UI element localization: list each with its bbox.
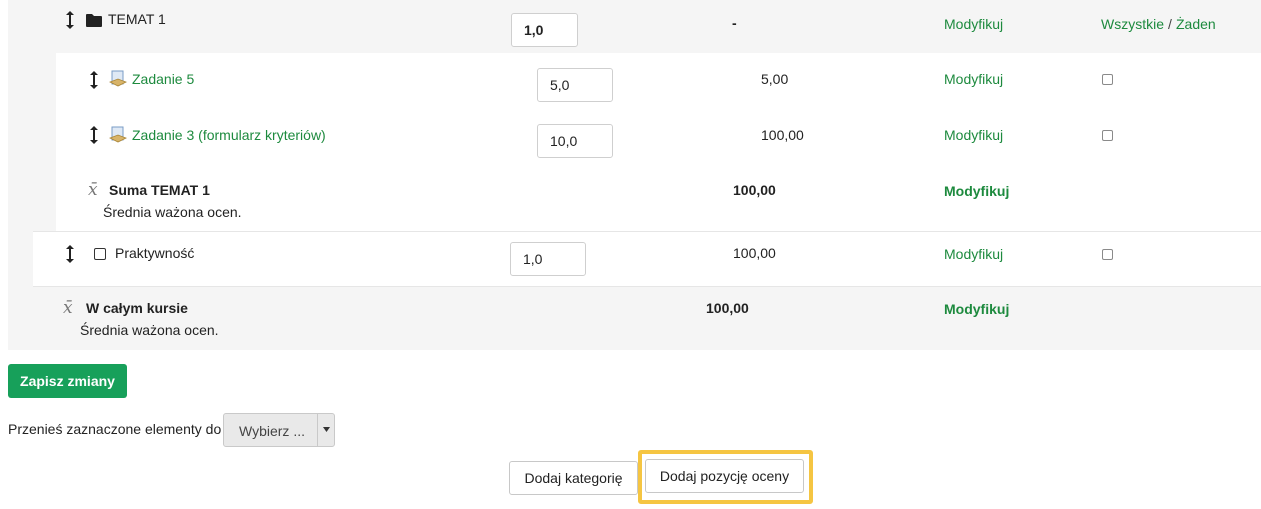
category-total-max: 100,00 [733, 182, 776, 198]
select-separator: / [1168, 16, 1172, 32]
add-grade-item-button[interactable]: Dodaj pozycję oceny [645, 459, 804, 493]
caret-down-icon [323, 427, 330, 432]
add-category-button[interactable]: Dodaj kategorię [509, 461, 638, 495]
move-select-value: Wybierz ... [239, 423, 305, 439]
max-grade-zadanie-5: 5,00 [761, 71, 789, 87]
assignment-icon [109, 126, 127, 143]
move-icon[interactable] [90, 126, 98, 144]
weight-input-category[interactable] [511, 13, 578, 47]
select-checkbox-zadanie-3[interactable] [1102, 130, 1113, 141]
category-name: TEMAT 1 [108, 11, 166, 27]
row-divider [33, 231, 1261, 232]
select-none-link[interactable]: Żaden [1176, 16, 1216, 32]
modify-link-category-total[interactable]: Modyfikuj [944, 183, 1009, 199]
move-target-select[interactable]: Wybierz ... [223, 413, 335, 447]
modify-link-zadanie-3[interactable]: Modyfikuj [944, 127, 1003, 143]
move-icon[interactable] [66, 245, 74, 263]
move-icon[interactable] [90, 71, 98, 89]
assignment-icon [109, 70, 127, 87]
modify-link-praktywnosc[interactable]: Modyfikuj [944, 246, 1003, 262]
modify-link-course-total[interactable]: Modyfikuj [944, 301, 1009, 317]
category-total: - [732, 15, 737, 31]
table-row-praktywnosc [33, 231, 1261, 286]
item-name-praktywnosc: Praktywność [115, 245, 195, 261]
course-total-desc: Średnia ważona ocen. [80, 322, 219, 338]
course-total-name: W całym kursie [86, 300, 188, 316]
manual-item-icon [94, 248, 106, 260]
modify-link-zadanie-5[interactable]: Modyfikuj [944, 71, 1003, 87]
select-checkbox-praktywnosc[interactable] [1102, 249, 1113, 260]
item-link-zadanie-3[interactable]: Zadanie 3 (formularz kryteriów) [132, 127, 326, 143]
select-divider [317, 414, 318, 446]
weight-input-praktywnosc[interactable] [510, 242, 586, 276]
select-checkbox-zadanie-5[interactable] [1102, 74, 1113, 85]
weight-input-zadanie-3[interactable] [537, 124, 613, 158]
max-grade-praktywnosc: 100,00 [733, 245, 776, 261]
weight-input-zadanie-5[interactable] [537, 68, 613, 102]
mean-icon: x̄ [63, 298, 73, 318]
item-link-zadanie-5[interactable]: Zadanie 5 [132, 71, 194, 87]
category-total-name: Suma TEMAT 1 [109, 182, 210, 198]
category-total-row [56, 168, 1261, 231]
folder-icon [86, 14, 102, 27]
move-selected-label: Przenieś zaznaczone elementy do [8, 421, 222, 437]
category-total-desc: Średnia ważona ocen. [103, 204, 242, 220]
category-child-area [56, 53, 1261, 168]
save-changes-button[interactable]: Zapisz zmiany [8, 364, 127, 398]
modify-link-category[interactable]: Modyfikuj [944, 16, 1003, 32]
select-all-link[interactable]: Wszystkie [1101, 16, 1164, 32]
row-divider [33, 286, 1261, 287]
move-icon[interactable] [66, 11, 74, 29]
max-grade-zadanie-3: 100,00 [761, 127, 804, 143]
course-total-max: 100,00 [706, 300, 749, 316]
mean-icon: x̄ [88, 180, 98, 200]
